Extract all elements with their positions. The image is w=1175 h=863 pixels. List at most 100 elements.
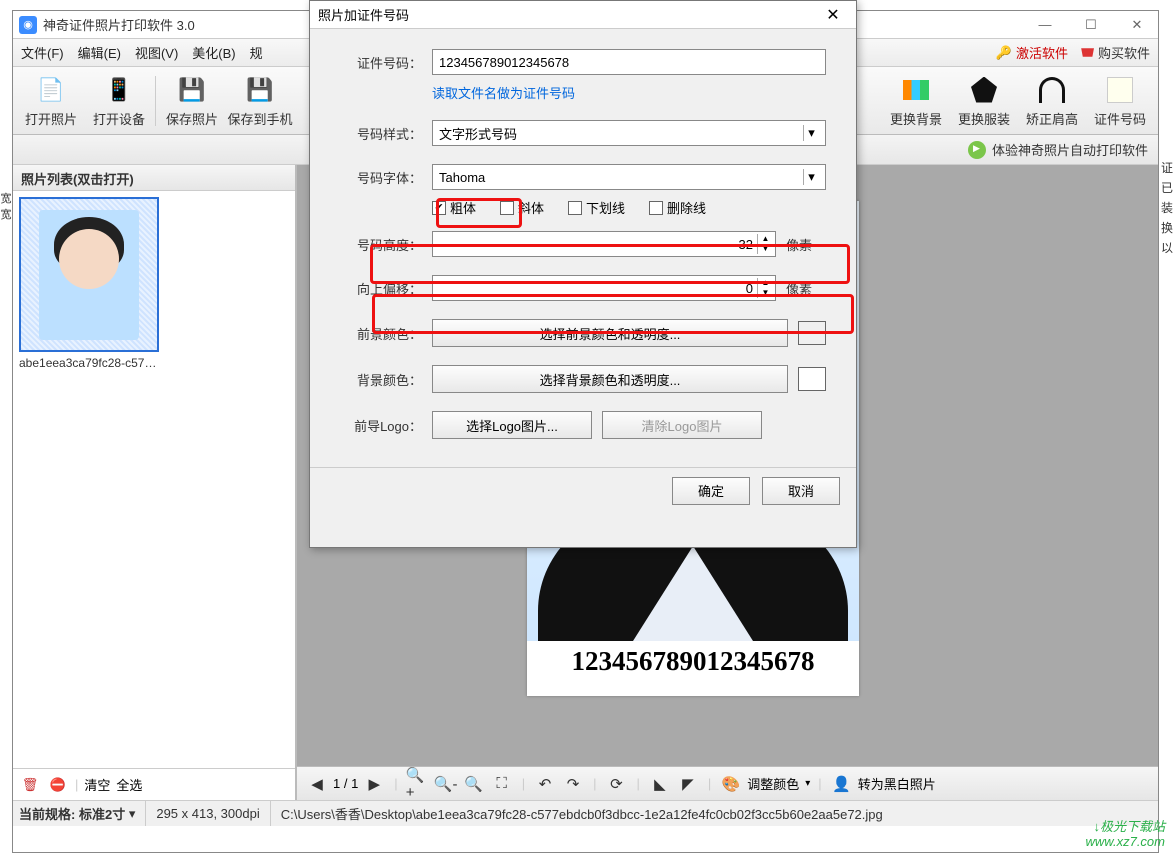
reset-icon[interactable]: ⟳ — [604, 772, 628, 796]
bg-swatch[interactable] — [798, 367, 826, 391]
play-icon — [968, 141, 986, 159]
status-spec-value: 标准2寸 — [79, 804, 125, 823]
change-clothes-button[interactable]: 更换服装 — [950, 71, 1018, 131]
style-select[interactable]: 文字形式号码▾ — [432, 120, 826, 146]
key-icon: 🔑 — [996, 45, 1012, 61]
read-filename-link[interactable]: 读取文件名做为证件号码 — [432, 83, 575, 102]
chevron-down-icon: ▾ — [803, 125, 819, 141]
minimize-button[interactable]: — — [1030, 17, 1060, 33]
rotate-left-icon[interactable]: ↶ — [533, 772, 557, 796]
save-phone-icon: 💾 — [244, 74, 276, 106]
select-all-button[interactable]: 全选 — [116, 775, 142, 794]
save-photo-button[interactable]: 💾保存照片 — [158, 71, 226, 131]
checkbox-icon — [568, 201, 582, 215]
ok-button[interactable]: 确定 — [672, 477, 750, 505]
cancel-button[interactable]: 取消 — [762, 477, 840, 505]
flip-h-icon[interactable]: ◣ — [648, 772, 672, 796]
font-select[interactable]: Tahoma▾ — [432, 164, 826, 190]
menu-spec[interactable]: 规 — [250, 43, 263, 62]
page-indicator: 1 / 1 — [333, 776, 358, 791]
clear-button[interactable]: 清空 — [84, 775, 110, 794]
strike-checkbox[interactable]: 删除线 — [649, 198, 706, 217]
promo-link[interactable]: 体验神奇照片自动打印软件 — [968, 140, 1148, 159]
fix-shoulder-button[interactable]: 矫正肩高 — [1018, 71, 1086, 131]
px-unit: 像素 — [786, 279, 826, 298]
save-phone-button[interactable]: 💾保存到手机 — [226, 71, 294, 131]
menu-edit[interactable]: 编辑(E) — [78, 43, 121, 62]
palette-icon: 🎨 — [719, 772, 743, 796]
flip-v-icon[interactable]: ◤ — [676, 772, 700, 796]
id-number-button[interactable]: 证件号码 — [1086, 71, 1154, 131]
remove-icon[interactable]: ⛔ — [47, 774, 69, 796]
open-device-button[interactable]: 📱打开设备 — [85, 71, 153, 131]
maximize-button[interactable]: ☐ — [1076, 17, 1106, 33]
fg-color-button[interactable]: 选择前景颜色和透明度... — [432, 319, 788, 347]
thumbnail-name: abe1eea3ca79fc28-c577ebdcb0f... — [19, 356, 159, 370]
fullscreen-icon[interactable]: ⛶ — [490, 772, 514, 796]
zoom-fit-icon[interactable]: 🔍 — [462, 772, 486, 796]
menu-beautify[interactable]: 美化(B) — [192, 43, 235, 62]
activate-button[interactable]: 🔑激活软件 — [996, 43, 1068, 62]
checkbox-checked-icon: ✔ — [432, 201, 446, 215]
zoom-out-icon[interactable]: 🔍- — [434, 772, 458, 796]
status-dimensions: 295 x 413, 300dpi — [156, 801, 270, 826]
preview-toolbar: ◀ 1 / 1 ▶ | 🔍+ 🔍- 🔍 ⛶ | ↶ ↷ | ⟳ — [297, 766, 1158, 800]
bg-icon — [900, 74, 932, 106]
style-label: 号码样式： — [340, 124, 422, 143]
spin-up-icon[interactable]: ▲ — [758, 234, 773, 244]
spin-up-icon[interactable]: ▲ — [758, 278, 773, 288]
height-label: 号码高度： — [340, 235, 422, 254]
to-bw-button[interactable]: 👤 转为黑白照片 — [830, 772, 936, 796]
watermark: ↓极光下载站www.xz7.com — [1086, 819, 1165, 849]
shoulder-icon — [1036, 74, 1068, 106]
cart-icon — [1078, 46, 1094, 60]
id-input[interactable] — [432, 49, 826, 75]
list-item[interactable]: abe1eea3ca79fc28-c577ebdcb0f... — [19, 197, 159, 370]
italic-checkbox[interactable]: 斜体 — [500, 198, 544, 217]
app-logo-icon: ◉ — [19, 16, 37, 34]
menu-file[interactable]: 文件(F) — [21, 43, 64, 62]
clear-logo-button[interactable]: 清除Logo图片 — [602, 411, 762, 439]
open-photo-icon: 📄 — [35, 74, 67, 106]
open-photo-button[interactable]: 📄打开照片 — [17, 71, 85, 131]
height-spinner[interactable]: 32▲▼ — [432, 231, 776, 257]
next-page-button[interactable]: ▶ — [362, 772, 386, 796]
status-spec-label: 当前规格: — [19, 804, 75, 823]
statusbar: 当前规格: 标准2寸 ▾ 295 x 413, 300dpi C:\Users\… — [13, 800, 1158, 826]
right-edge-text: 证已装换以 — [1161, 158, 1175, 258]
fg-swatch[interactable] — [798, 321, 826, 345]
font-label: 号码字体： — [340, 168, 422, 187]
adjust-color-button[interactable]: 🎨 调整颜色▾ — [719, 772, 810, 796]
underline-checkbox[interactable]: 下划线 — [568, 198, 625, 217]
change-bg-button[interactable]: 更换背景 — [882, 71, 950, 131]
prev-page-button[interactable]: ◀ — [305, 772, 329, 796]
checkbox-icon — [649, 201, 663, 215]
save-icon: 💾 — [176, 74, 208, 106]
photo-list-header: 照片列表(双击打开) — [13, 165, 295, 191]
dialog-title: 照片加证件号码 — [318, 5, 818, 24]
photo-list[interactable]: abe1eea3ca79fc28-c577ebdcb0f... — [13, 191, 295, 768]
dialog-close-button[interactable]: ✕ — [818, 5, 848, 25]
close-button[interactable]: ✕ — [1122, 17, 1152, 33]
rotate-right-icon[interactable]: ↷ — [561, 772, 585, 796]
thumbnail[interactable] — [19, 197, 159, 352]
select-logo-button[interactable]: 选择Logo图片... — [432, 411, 592, 439]
offset-spinner[interactable]: 0▲▼ — [432, 275, 776, 301]
offset-label: 向上偏移： — [340, 279, 422, 298]
menu-view[interactable]: 视图(V) — [135, 43, 178, 62]
avatar-icon — [1104, 74, 1136, 106]
bold-checkbox[interactable]: ✔粗体 — [432, 198, 476, 217]
dialog-titlebar: 照片加证件号码 ✕ — [310, 1, 856, 29]
preview-id-number: 123456789012345678 — [527, 641, 859, 681]
zoom-in-icon[interactable]: 🔍+ — [406, 772, 430, 796]
spin-down-icon[interactable]: ▼ — [758, 288, 773, 298]
px-unit: 像素 — [786, 235, 826, 254]
suit-icon — [968, 74, 1000, 106]
spin-down-icon[interactable]: ▼ — [758, 244, 773, 254]
status-filepath: C:\Users\香香\Desktop\abe1eea3ca79fc28-c57… — [281, 804, 883, 823]
chevron-down-icon: ▾ — [803, 169, 819, 185]
fg-label: 前景颜色： — [340, 324, 422, 343]
delete-icon[interactable]: 🗑 — [19, 774, 41, 796]
buy-button[interactable]: 购买软件 — [1078, 43, 1150, 62]
bg-color-button[interactable]: 选择背景颜色和透明度... — [432, 365, 788, 393]
